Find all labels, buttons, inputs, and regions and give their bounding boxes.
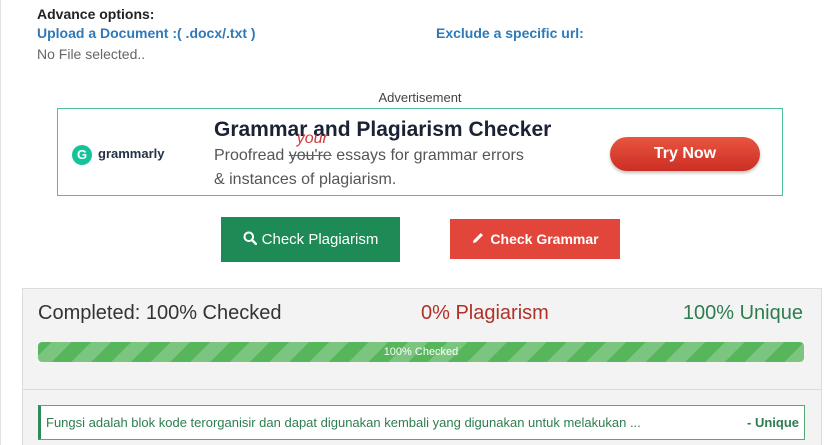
results-panel: Completed: 100% Checked 0% Plagiarism 10… <box>22 288 822 445</box>
ad-struck-word: you're your <box>288 130 332 164</box>
ad-line1-prefix: Proofread <box>214 147 289 164</box>
ad-struck-word-text: you're <box>288 147 332 164</box>
exclude-url-link[interactable]: Exclude a specific url: <box>436 25 584 41</box>
grammarly-logo-icon: G <box>72 145 92 165</box>
page-divider <box>0 0 1 445</box>
grammarly-ad-banner[interactable]: G grammarly Grammar and Plagiarism Check… <box>57 108 783 196</box>
result-status-badge: - Unique <box>747 415 799 430</box>
search-icon <box>243 218 257 263</box>
ad-brand-name: grammarly <box>98 146 165 161</box>
ad-body-line-2: & instances of plagiarism. <box>214 171 397 188</box>
check-plagiarism-button[interactable]: Check Plagiarism <box>221 217 400 262</box>
completed-status: Completed: 100% Checked <box>38 302 282 324</box>
unique-percent: 100% Unique <box>682 302 803 324</box>
check-plagiarism-label: Check Plagiarism <box>261 231 379 248</box>
advance-options-title: Advance options: <box>37 6 155 22</box>
ad-line1-suffix: essays for grammar errors <box>331 147 524 164</box>
result-sentence: Fungsi adalah blok kode terorganisir dan… <box>46 415 641 430</box>
try-now-button[interactable]: Try Now <box>610 137 760 171</box>
upload-document-link[interactable]: Upload a Document :( .docx/.txt ) <box>37 25 256 41</box>
check-progress-bar: 100% Checked <box>38 342 804 362</box>
ad-body-line-1: Proofread you're your essays for grammar … <box>214 130 524 165</box>
check-grammar-button[interactable]: Check Grammar <box>450 219 620 259</box>
ad-correction-word: your <box>296 130 328 147</box>
advertisement-label: Advertisement <box>378 90 462 105</box>
ad-headline: Grammar and Plagiarism Checker <box>214 118 552 141</box>
file-status: No File selected.. <box>37 46 146 62</box>
progress-label: 100% Checked <box>383 346 459 358</box>
check-grammar-label: Check Grammar <box>490 231 599 247</box>
pencil-icon <box>471 220 485 260</box>
results-divider <box>23 389 821 390</box>
result-row[interactable]: Fungsi adalah blok kode terorganisir dan… <box>38 405 805 440</box>
plagiarism-percent: 0% Plagiarism <box>421 302 549 324</box>
